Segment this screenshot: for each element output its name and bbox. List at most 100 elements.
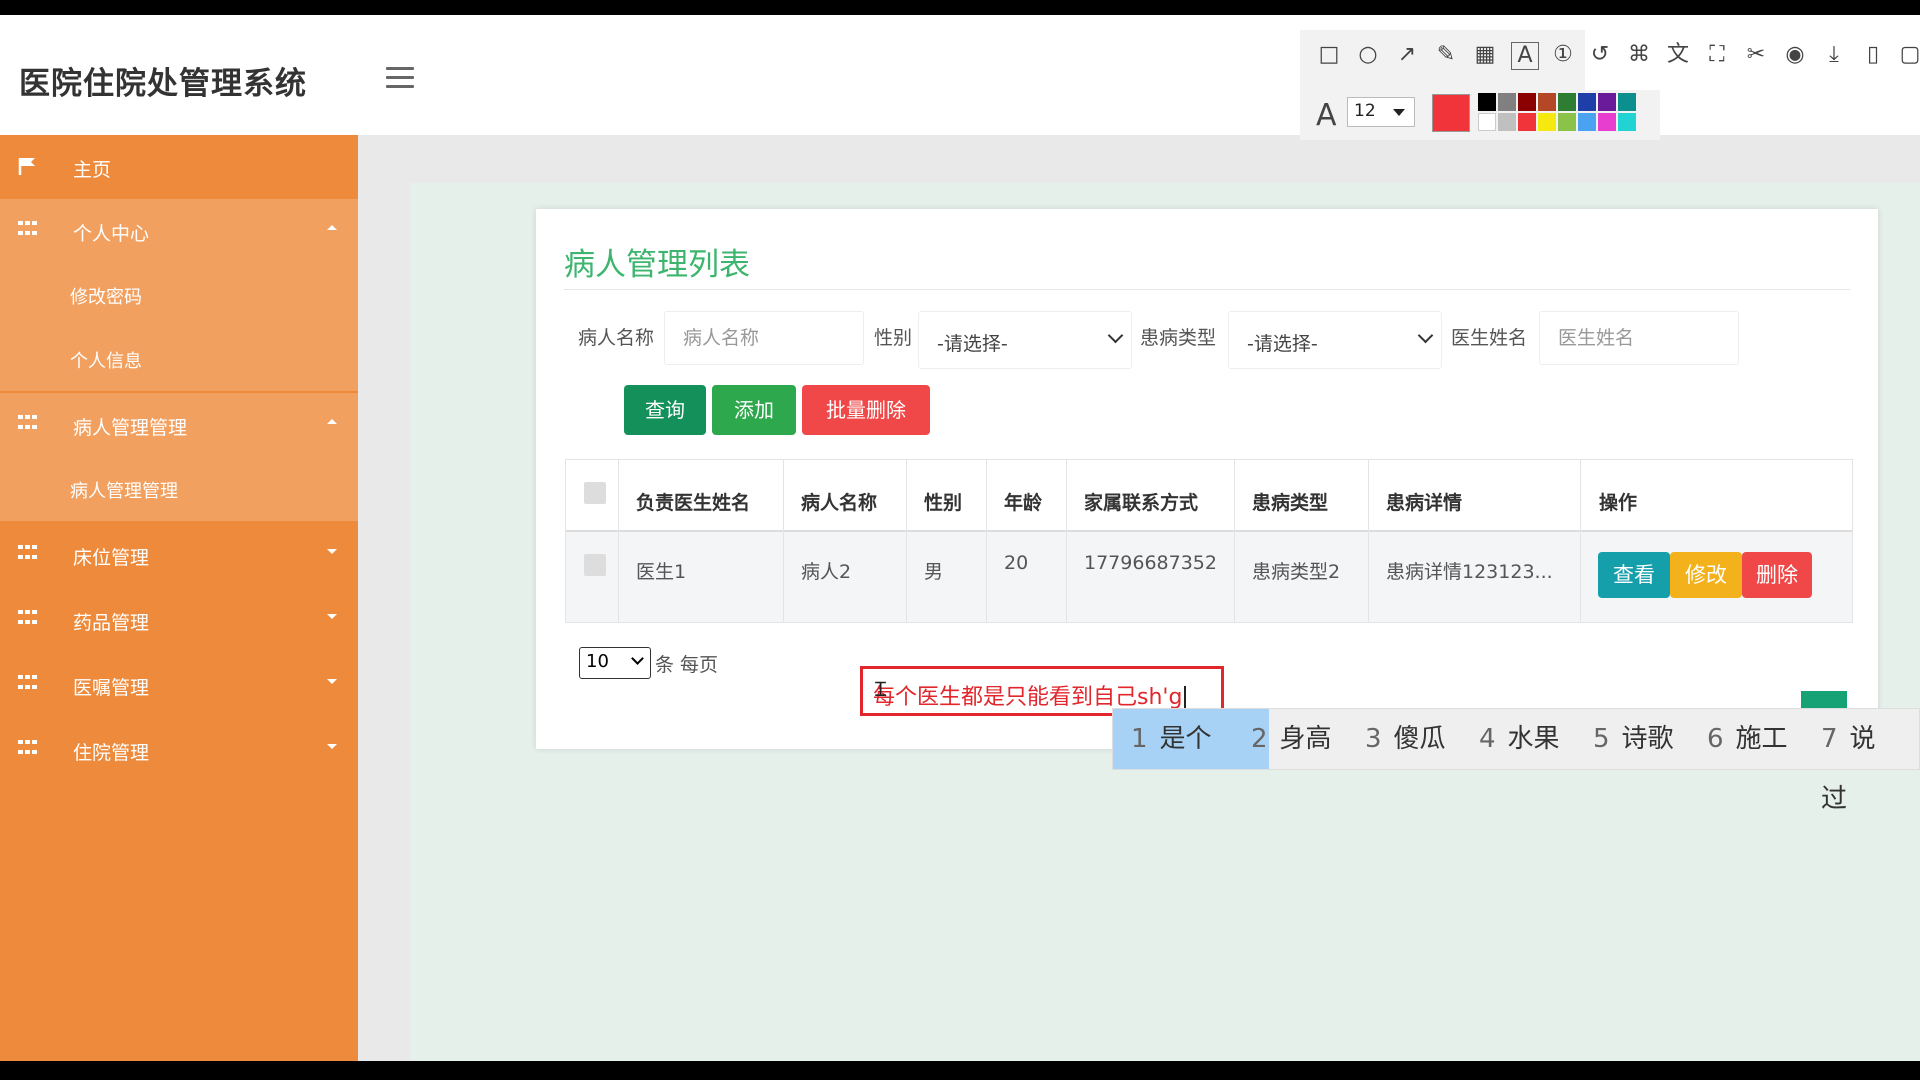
color-swatch[interactable] [1618, 93, 1636, 111]
arrow-icon[interactable]: ↗ [1394, 42, 1420, 68]
header-age: 年龄 [1004, 492, 1043, 514]
color-swatch[interactable] [1498, 113, 1516, 131]
sidebar-item-patient-management[interactable]: 病人管理管理 [0, 393, 358, 457]
color-swatch[interactable] [1558, 113, 1576, 131]
query-button[interactable]: 查询 [624, 385, 706, 435]
sidebar-subitem-label: 修改密码 [70, 287, 142, 308]
color-swatch[interactable] [1578, 93, 1596, 111]
row-checkbox[interactable] [584, 554, 606, 576]
menu-toggle-icon[interactable] [386, 67, 414, 89]
color-swatch[interactable] [1498, 93, 1516, 111]
download-icon[interactable]: ⤓ [1821, 42, 1847, 68]
rectangle-icon[interactable]: □ [1316, 42, 1342, 68]
gender-select[interactable]: -请选择- [918, 311, 1132, 369]
ellipse-icon[interactable]: ○ [1355, 42, 1381, 68]
app-window: 医院住院处管理系统 主页 个人中心 修改密码 个人信息 病人管理管理 病人管理管… [0, 15, 1920, 1061]
color-swatch[interactable] [1518, 113, 1536, 131]
font-icon[interactable]: A [1316, 98, 1337, 133]
page-size-select[interactable]: 10 [579, 647, 651, 679]
grid-icon [18, 221, 38, 239]
pin-icon[interactable]: ⌘ [1626, 42, 1652, 68]
sidebar-item-label: 住院管理 [73, 742, 150, 764]
pencil-icon[interactable]: ✎ [1433, 42, 1459, 68]
page-title: 病人管理列表 [564, 247, 750, 283]
doctor-name-label: 医生姓名 [1451, 327, 1528, 349]
color-swatch[interactable] [1618, 113, 1636, 131]
per-page-label: 条 每页 [655, 654, 719, 676]
sidebar-item-hospitalization-management[interactable]: 住院管理 [0, 718, 358, 782]
color-swatch[interactable] [1558, 93, 1576, 111]
mosaic-icon[interactable]: ▦ [1472, 42, 1498, 68]
number-icon[interactable]: ① [1550, 42, 1576, 68]
record-icon[interactable]: ◉ [1782, 42, 1808, 68]
sidebar: 主页 个人中心 修改密码 个人信息 病人管理管理 病人管理管理 床位管理 药品管… [0, 135, 358, 1061]
sidebar-subitem-patient-management[interactable]: 病人管理管理 [0, 457, 358, 521]
color-swatch[interactable] [1478, 113, 1496, 131]
sidebar-item-drug-management[interactable]: 药品管理 [0, 588, 358, 652]
translate-icon[interactable]: 文 [1665, 42, 1691, 68]
color-swatch[interactable] [1518, 93, 1536, 111]
font-size-value: 12 [1354, 101, 1376, 121]
batch-delete-button[interactable]: 批量删除 [802, 385, 930, 435]
pin2-icon[interactable]: ✂ [1743, 42, 1769, 68]
header-patient: 病人名称 [801, 492, 878, 514]
cell-disease-type: 患病类型2 [1252, 561, 1341, 583]
sidebar-item-label: 主页 [73, 159, 112, 181]
color-palette [1478, 93, 1636, 131]
ime-candidate[interactable]: 5 诗歌 [1575, 709, 1692, 769]
color-swatch[interactable] [1598, 113, 1616, 131]
sidebar-subitem-change-password[interactable]: 修改密码 [0, 263, 358, 327]
grid-icon [18, 415, 38, 433]
cell-disease-detail: 患病详情123123... [1386, 561, 1553, 583]
ime-candidate[interactable]: 4 水果 [1461, 709, 1578, 769]
edit-button[interactable]: 修改 [1670, 552, 1742, 598]
header-gender: 性别 [924, 492, 963, 514]
patient-table: 负责医生姓名 病人名称 性别 年龄 家属联系方式 患病类型 患病详情 操作 医生… [565, 459, 1853, 623]
gender-label: 性别 [874, 327, 913, 349]
chevron-down-icon [1107, 327, 1124, 344]
undo-icon[interactable]: ↺ [1587, 42, 1613, 68]
header-disease-type: 患病类型 [1252, 492, 1329, 514]
disease-type-select[interactable]: -请选择- [1228, 311, 1442, 369]
ime-candidate[interactable]: 7 说过 [1803, 709, 1919, 814]
ime-candidate[interactable]: 3 傻瓜 [1347, 709, 1464, 769]
doctor-name-input[interactable]: 医生姓名 [1539, 311, 1739, 365]
header-family-contact: 家属联系方式 [1084, 492, 1199, 514]
chevron-down-icon [631, 652, 644, 665]
color-swatch[interactable] [1538, 93, 1556, 111]
cell-patient: 病人2 [801, 561, 852, 583]
sidebar-item-label: 个人中心 [73, 223, 150, 245]
sidebar-item-personal-center[interactable]: 个人中心 [0, 199, 358, 263]
color-swatch[interactable] [1598, 93, 1616, 111]
sidebar-item-bed-management[interactable]: 床位管理 [0, 523, 358, 587]
app-title: 医院住院处管理系统 [19, 66, 307, 102]
current-color-swatch[interactable] [1432, 94, 1470, 132]
ime-candidate-bar: 1 是个 2 身高 3 傻瓜 4 水果 5 诗歌 6 施工 7 说过 [1112, 708, 1920, 814]
cell-phone: 17796687352 [1084, 552, 1217, 574]
caret-down-icon [327, 744, 337, 749]
text-icon[interactable]: A [1511, 42, 1539, 70]
ocr-icon[interactable]: ⛶ [1704, 42, 1730, 68]
color-swatch[interactable] [1478, 93, 1496, 111]
copy-icon[interactable]: ▢ [1897, 42, 1920, 68]
grid-icon [18, 675, 38, 693]
flag-icon [18, 158, 35, 175]
grid-icon [18, 740, 38, 758]
cell-age: 20 [1004, 552, 1029, 574]
font-size-select[interactable]: 12 [1347, 97, 1415, 127]
caret-down-icon [1393, 109, 1405, 116]
add-button[interactable]: 添加 [712, 385, 796, 435]
capture-toolbar-actions: ↺ ⌘ 文 ⛶ ✂ ◉ ⤓ ▯ ▢ [1585, 30, 1920, 90]
sidebar-item-order-management[interactable]: 医嘱管理 [0, 653, 358, 717]
view-button[interactable]: 查看 [1598, 552, 1670, 598]
patient-name-input[interactable]: 病人名称 [664, 311, 864, 365]
ime-candidate[interactable]: 2 身高 [1233, 709, 1350, 769]
save-icon[interactable]: ▯ [1860, 42, 1886, 68]
sidebar-item-home[interactable]: 主页 [0, 135, 358, 199]
ime-candidate[interactable]: 6 施工 [1689, 709, 1806, 769]
delete-button[interactable]: 删除 [1742, 552, 1812, 598]
select-all-checkbox[interactable] [584, 482, 606, 504]
color-swatch[interactable] [1538, 113, 1556, 131]
sidebar-subitem-personal-info[interactable]: 个人信息 [0, 327, 358, 391]
color-swatch[interactable] [1578, 113, 1596, 131]
